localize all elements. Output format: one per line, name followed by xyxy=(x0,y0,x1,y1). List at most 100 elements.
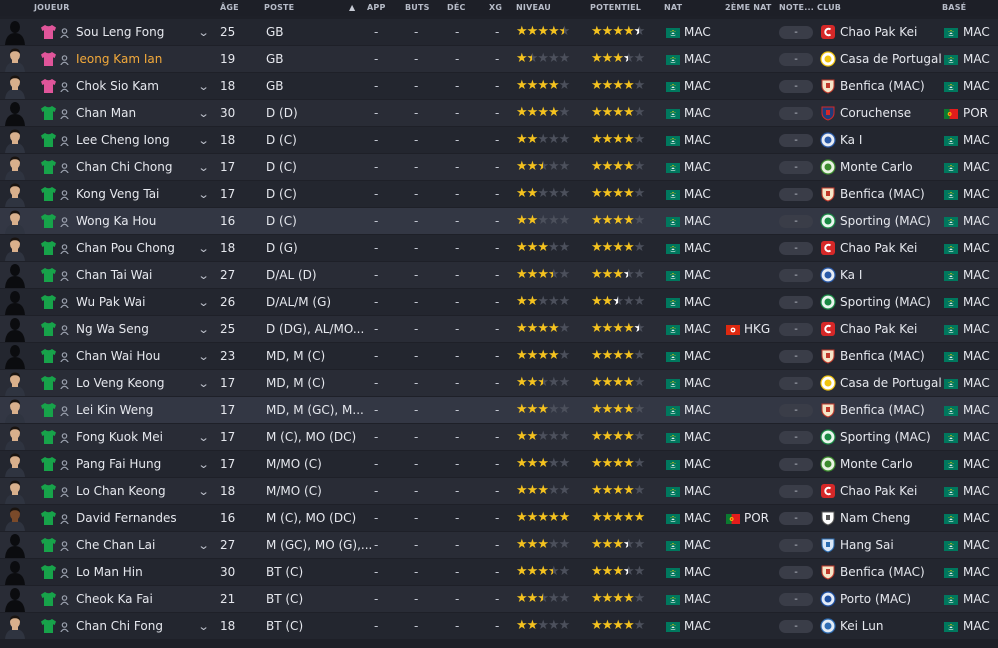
chevron-down-icon[interactable]: ⌄ xyxy=(198,242,210,255)
player-row[interactable]: Chan Man ⌄ 30 D (D) - - - - ★★★★★ ★★★★★ MAC - Coruch… xyxy=(0,100,998,126)
player-row[interactable]: Lei Kin Weng 17 MD, M (GC), M... - - - - ★★★★★ ★… xyxy=(0,397,998,423)
chevron-down-icon[interactable]: ⌄ xyxy=(198,485,210,498)
chevron-down-icon[interactable]: ⌄ xyxy=(198,134,210,147)
player-row[interactable]: Lo Veng Keong ⌄ 17 MD, M (C) - - - - ★★★★★ ★★★★★ M… xyxy=(0,370,998,396)
chevron-down-icon[interactable]: ⌄ xyxy=(198,377,210,390)
col-nat2[interactable]: 2ÈME NAT xyxy=(725,3,772,12)
player-club[interactable]: Casa de Portugal xyxy=(840,52,942,66)
col-buts[interactable]: BUTS xyxy=(405,3,430,12)
player-name[interactable]: Lee Cheng Iong xyxy=(76,133,170,147)
player-row[interactable]: David Fernandes 16 M (C), MO (DC) - - - - ★★★★★… xyxy=(0,505,998,531)
chevron-down-icon[interactable]: ⌄ xyxy=(198,539,210,552)
chevron-down-icon[interactable]: ⌄ xyxy=(198,620,210,633)
player-name[interactable]: Chan Pou Chong xyxy=(76,241,175,255)
player-row[interactable]: Chan Pou Chong ⌄ 18 D (G) - - - - ★★★★★ ★★★★★ MAC -… xyxy=(0,235,998,261)
player-name[interactable]: Lo Chan Keong xyxy=(76,484,166,498)
player-name[interactable]: Cheok Ka Fai xyxy=(76,592,153,606)
player-name[interactable]: Sou Leng Fong xyxy=(76,25,164,39)
chevron-down-icon[interactable]: ⌄ xyxy=(198,26,210,39)
player-row[interactable]: Lee Cheng Iong ⌄ 18 D (C) - - - - ★★★★★ ★★★★★ MAC -… xyxy=(0,127,998,153)
player-name[interactable]: Lei Kin Weng xyxy=(76,403,153,417)
player-name[interactable]: Che Chan Lai xyxy=(76,538,155,552)
player-club[interactable]: Sporting (MAC) xyxy=(840,295,931,309)
player-name[interactable]: Chan Man xyxy=(76,106,136,120)
col-note[interactable]: NOTE... xyxy=(779,3,814,12)
col-potentiel[interactable]: POTENTIEL xyxy=(590,3,641,12)
player-club[interactable]: Chao Pak Kei xyxy=(840,484,917,498)
player-name[interactable]: Pang Fai Hung xyxy=(76,457,161,471)
player-name[interactable]: Chan Chi Fong xyxy=(76,619,163,633)
player-club[interactable]: Benfica (MAC) xyxy=(840,79,925,93)
player-row[interactable]: Chan Chi Chong ⌄ 17 D (C) - - - - ★★★★★ ★★★★★ MAC -… xyxy=(0,154,998,180)
player-club[interactable]: Porto (MAC) xyxy=(840,592,911,606)
col-age[interactable]: ÂGE xyxy=(220,3,239,12)
chevron-down-icon[interactable]: ⌄ xyxy=(198,80,210,93)
player-row[interactable]: Che Chan Lai ⌄ 27 M (GC), MO (G),... - - - - ★★★… xyxy=(0,532,998,558)
player-name[interactable]: Wu Pak Wai xyxy=(76,295,145,309)
player-club[interactable]: Chao Pak Kei xyxy=(840,322,917,336)
player-row[interactable]: Kong Veng Tai ⌄ 17 D (C) - - - - ★★★★★ ★★★★★ MAC - B… xyxy=(0,181,998,207)
player-row[interactable]: Chan Wai Hou ⌄ 23 MD, M (C) - - - - ★★★★★ ★★★★★ MA… xyxy=(0,343,998,369)
col-joueur[interactable]: JOUEUR xyxy=(34,3,70,12)
col-xg[interactable]: XG xyxy=(489,3,502,12)
player-name[interactable]: Lo Man Hin xyxy=(76,565,143,579)
player-row[interactable]: Chan Chi Fong ⌄ 18 BT (C) - - - - ★★★★★ ★★★★★ MAC -… xyxy=(0,613,998,639)
player-row[interactable]: Pang Fai Hung ⌄ 17 M/MO (C) - - - - ★★★★★ ★★★★★ MA… xyxy=(0,451,998,477)
col-base[interactable]: BASÉ xyxy=(942,3,966,12)
player-club[interactable]: Monte Carlo xyxy=(840,160,913,174)
player-club[interactable]: Benfica (MAC) xyxy=(840,403,925,417)
player-club[interactable]: Sporting (MAC) xyxy=(840,430,931,444)
player-club[interactable]: Benfica (MAC) xyxy=(840,349,925,363)
sort-ascending-arrow-icon[interactable]: ▲ xyxy=(349,3,355,12)
player-name[interactable]: Kong Veng Tai xyxy=(76,187,159,201)
player-row[interactable]: Ng Wa Seng ⌄ 25 D (DG), AL/MO... - - - - ★★★★★ ★★… xyxy=(0,316,998,342)
chevron-down-icon[interactable]: ⌄ xyxy=(198,350,210,363)
player-name[interactable]: Ieong Kam Ian xyxy=(76,52,162,66)
player-club[interactable]: Ka I xyxy=(840,268,862,282)
col-app[interactable]: APP xyxy=(367,3,386,12)
player-club[interactable]: Chao Pak Kei xyxy=(840,241,917,255)
chevron-down-icon[interactable]: ⌄ xyxy=(198,107,210,120)
player-club[interactable]: Monte Carlo xyxy=(840,457,913,471)
player-name[interactable]: Chan Wai Hou xyxy=(76,349,160,363)
chevron-down-icon[interactable]: ⌄ xyxy=(198,269,210,282)
player-row[interactable]: Lo Chan Keong ⌄ 18 M/MO (C) - - - - ★★★★★ ★★★★★ MA… xyxy=(0,478,998,504)
player-club[interactable]: Ka I xyxy=(840,133,862,147)
player-row[interactable]: Ieong Kam Ian 19 GB - - - - ★★★★★ ★★★★★ MAC - Casa … xyxy=(0,46,998,72)
player-row[interactable]: Lo Man Hin 30 BT (C) - - - - ★★★★★ ★★★★★ MAC - Benf… xyxy=(0,559,998,585)
player-club[interactable]: Benfica (MAC) xyxy=(840,187,925,201)
col-poste[interactable]: POSTE xyxy=(264,3,294,12)
player-row[interactable]: Sou Leng Fong ⌄ 25 GB - - - - ★★★★★ ★★★★★ MAC - Chao… xyxy=(0,19,998,45)
col-club[interactable]: CLUB xyxy=(817,3,841,12)
player-club[interactable]: Chao Pak Kei xyxy=(840,25,917,39)
chevron-down-icon[interactable]: ⌄ xyxy=(198,161,210,174)
player-name[interactable]: Chan Tai Wai xyxy=(76,268,152,282)
player-club[interactable]: Hang Sai xyxy=(840,538,894,552)
player-club[interactable]: Casa de Portugal xyxy=(840,376,942,390)
player-name[interactable]: Chan Chi Chong xyxy=(76,160,172,174)
chevron-down-icon[interactable]: ⌄ xyxy=(198,188,210,201)
player-row[interactable]: Wu Pak Wai ⌄ 26 D/AL/M (G) - - - - ★★★★★ ★★★★★ MAC… xyxy=(0,289,998,315)
col-nat[interactable]: NAT xyxy=(664,3,682,12)
player-name[interactable]: Lo Veng Keong xyxy=(76,376,165,390)
col-niveau[interactable]: NIVEAU xyxy=(516,3,551,12)
chevron-down-icon[interactable]: ⌄ xyxy=(198,458,210,471)
chevron-down-icon[interactable]: ⌄ xyxy=(198,323,210,336)
player-row[interactable]: Wong Ka Hou 16 D (C) - - - - ★★★★★ ★★★★★ MAC - Spor… xyxy=(0,208,998,234)
player-club[interactable]: Nam Cheng xyxy=(840,511,910,525)
player-club[interactable]: Coruchense xyxy=(840,106,911,120)
chevron-down-icon[interactable]: ⌄ xyxy=(198,296,210,309)
player-row[interactable]: Chok Sio Kam ⌄ 18 GB - - - - ★★★★★ ★★★★★ MAC - Benfi… xyxy=(0,73,998,99)
player-row[interactable]: Chan Tai Wai ⌄ 27 D/AL (D) - - - - ★★★★★ ★★★★★ MAC… xyxy=(0,262,998,288)
player-club[interactable]: Benfica (MAC) xyxy=(840,565,925,579)
player-name[interactable]: Chok Sio Kam xyxy=(76,79,159,93)
player-name[interactable]: David Fernandes xyxy=(76,511,177,525)
col-dec[interactable]: DÉC xyxy=(447,3,466,12)
player-club[interactable]: Kei Lun xyxy=(840,619,884,633)
chevron-down-icon[interactable]: ⌄ xyxy=(198,431,210,444)
player-name[interactable]: Ng Wa Seng xyxy=(76,322,149,336)
player-row[interactable]: Cheok Ka Fai 21 BT (C) - - - - ★★★★★ ★★★★★ MAC - Po… xyxy=(0,586,998,612)
player-club[interactable]: Sporting (MAC) xyxy=(840,214,931,228)
player-name[interactable]: Wong Ka Hou xyxy=(76,214,156,228)
player-row[interactable]: Fong Kuok Mei ⌄ 17 M (C), MO (DC) - - - - ★★★★★ ★… xyxy=(0,424,998,450)
